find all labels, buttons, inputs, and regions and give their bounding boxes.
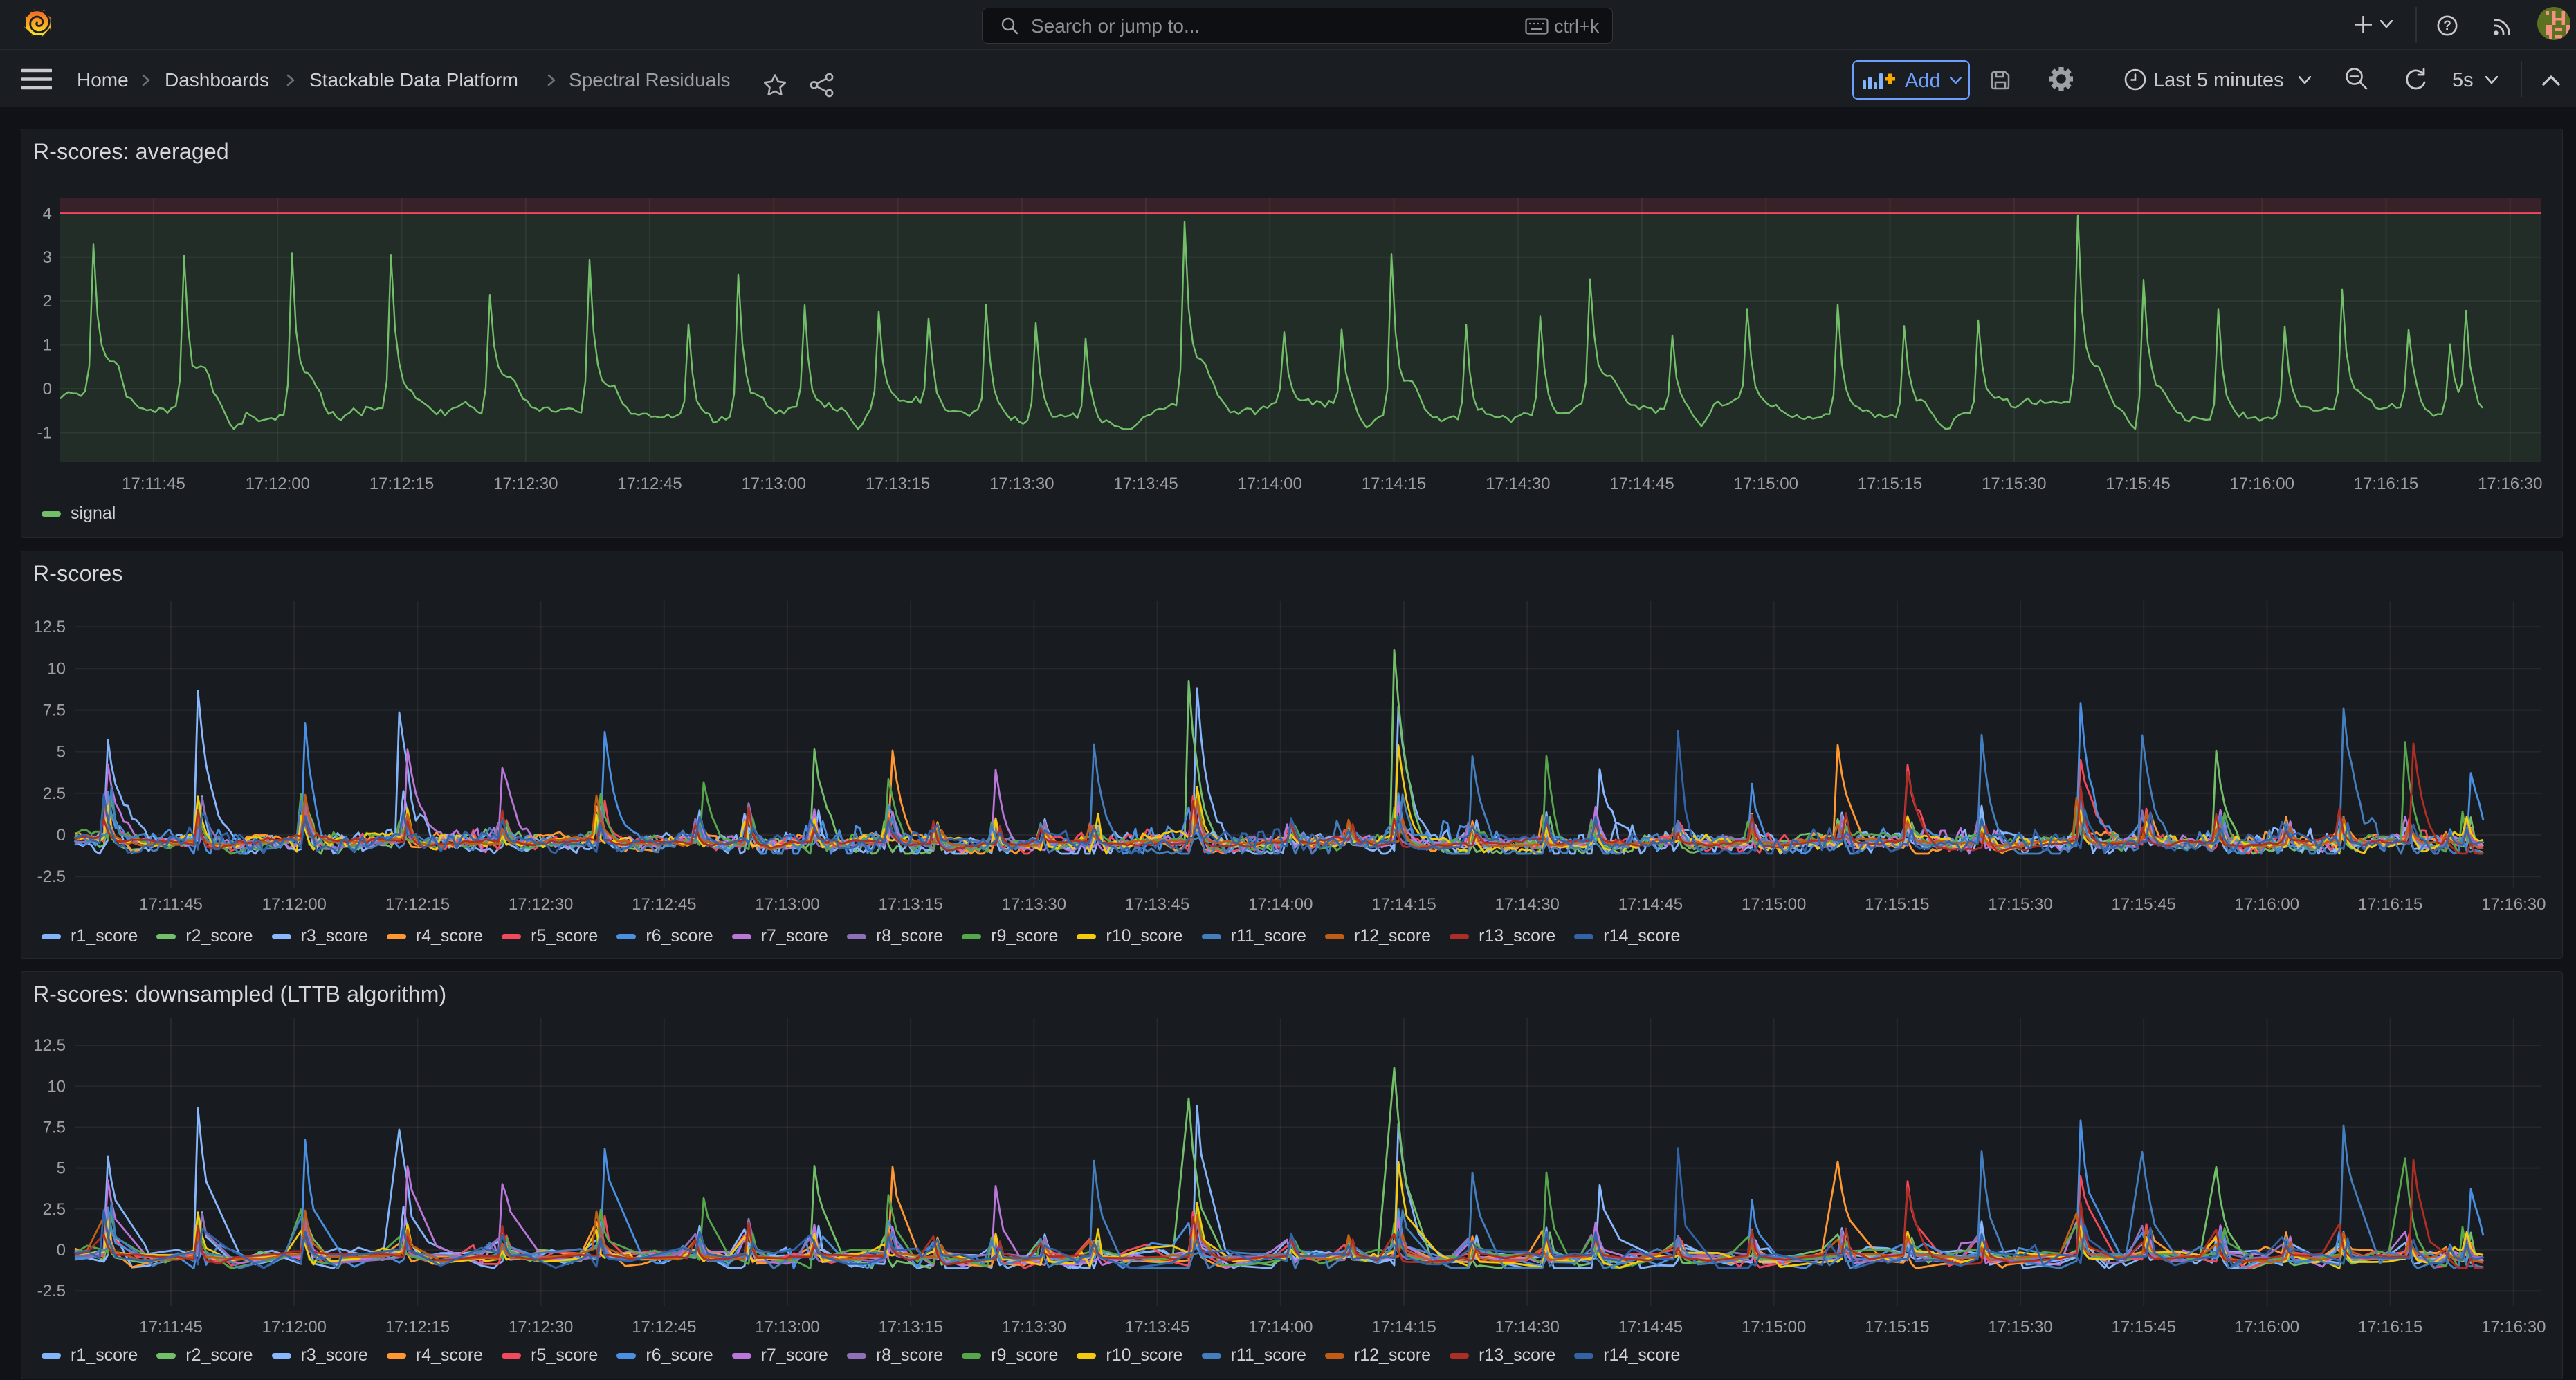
svg-text:2.5: 2.5: [43, 1200, 66, 1219]
svg-text:17:12:00: 17:12:00: [262, 895, 326, 914]
svg-text:12.5: 12.5: [33, 618, 66, 636]
svg-text:2.5: 2.5: [43, 784, 66, 803]
svg-text:17:13:30: 17:13:30: [1002, 895, 1066, 914]
svg-text:1: 1: [43, 336, 52, 355]
svg-text:17:15:00: 17:15:00: [1734, 475, 1798, 493]
svg-text:17:15:15: 17:15:15: [1858, 475, 1922, 493]
svg-text:17:15:45: 17:15:45: [2105, 475, 2170, 493]
svg-text:17:11:45: 17:11:45: [122, 475, 185, 493]
svg-text:17:16:00: 17:16:00: [2235, 895, 2299, 914]
svg-text:17:15:30: 17:15:30: [1982, 475, 2046, 493]
svg-text:17:16:00: 17:16:00: [2230, 475, 2294, 493]
svg-text:0: 0: [57, 826, 66, 845]
svg-text:-2.5: -2.5: [37, 1282, 66, 1300]
svg-text:-2.5: -2.5: [37, 867, 66, 886]
svg-text:17:12:15: 17:12:15: [385, 1318, 450, 1336]
svg-text:17:14:30: 17:14:30: [1495, 1318, 1559, 1336]
svg-text:17:12:45: 17:12:45: [632, 1318, 696, 1336]
svg-text:17:15:00: 17:15:00: [1742, 895, 1806, 914]
svg-text:17:12:30: 17:12:30: [509, 895, 573, 914]
svg-text:17:15:30: 17:15:30: [1988, 895, 2052, 914]
svg-text:17:13:45: 17:13:45: [1125, 895, 1189, 914]
svg-text:17:12:30: 17:12:30: [509, 1318, 573, 1336]
svg-text:17:11:45: 17:11:45: [139, 895, 203, 914]
svg-text:17:16:15: 17:16:15: [2354, 475, 2418, 493]
svg-text:4: 4: [43, 204, 52, 223]
svg-text:17:13:00: 17:13:00: [755, 895, 819, 914]
svg-text:-1: -1: [37, 423, 52, 442]
svg-text:17:15:45: 17:15:45: [2111, 895, 2175, 914]
svg-text:17:13:30: 17:13:30: [1002, 1318, 1066, 1336]
svg-text:17:12:30: 17:12:30: [493, 475, 558, 493]
svg-text:17:13:45: 17:13:45: [1125, 1318, 1189, 1336]
svg-text:17:12:00: 17:12:00: [262, 1318, 326, 1336]
svg-text:17:14:00: 17:14:00: [1248, 1318, 1313, 1336]
svg-text:17:14:15: 17:14:15: [1362, 475, 1426, 493]
svg-text:5: 5: [57, 1159, 66, 1178]
svg-text:10: 10: [47, 659, 66, 678]
svg-text:17:12:45: 17:12:45: [617, 475, 682, 493]
svg-text:0: 0: [57, 1241, 66, 1260]
svg-text:17:15:00: 17:15:00: [1742, 1318, 1806, 1336]
svg-text:17:14:00: 17:14:00: [1248, 895, 1313, 914]
svg-text:17:15:30: 17:15:30: [1988, 1318, 2052, 1336]
svg-text:12.5: 12.5: [33, 1036, 66, 1055]
svg-text:17:16:15: 17:16:15: [2358, 895, 2422, 914]
svg-text:7.5: 7.5: [43, 1119, 66, 1137]
svg-text:17:16:30: 17:16:30: [2481, 1318, 2546, 1336]
svg-text:17:12:15: 17:12:15: [369, 475, 434, 493]
svg-text:17:16:00: 17:16:00: [2235, 1318, 2299, 1336]
svg-text:17:16:15: 17:16:15: [2358, 1318, 2422, 1336]
svg-text:17:13:15: 17:13:15: [878, 1318, 942, 1336]
svg-text:7.5: 7.5: [43, 701, 66, 720]
svg-text:5: 5: [57, 743, 66, 762]
svg-text:17:15:15: 17:15:15: [1865, 1318, 1929, 1336]
svg-text:17:15:15: 17:15:15: [1865, 895, 1929, 914]
svg-text:17:16:30: 17:16:30: [2478, 475, 2542, 493]
svg-text:17:14:00: 17:14:00: [1238, 475, 1302, 493]
svg-text:17:16:30: 17:16:30: [2481, 895, 2546, 914]
svg-text:3: 3: [43, 248, 52, 267]
svg-text:17:13:30: 17:13:30: [989, 475, 1054, 493]
svg-text:?: ?: [2443, 19, 2451, 33]
svg-text:17:13:00: 17:13:00: [742, 475, 806, 493]
svg-text:17:14:30: 17:14:30: [1486, 475, 1550, 493]
svg-text:17:14:45: 17:14:45: [1618, 895, 1683, 914]
svg-text:17:14:45: 17:14:45: [1609, 475, 1674, 493]
svg-text:10: 10: [47, 1077, 66, 1096]
svg-text:17:11:45: 17:11:45: [139, 1318, 203, 1336]
svg-text:17:13:15: 17:13:15: [878, 895, 942, 914]
svg-text:17:14:45: 17:14:45: [1618, 1318, 1683, 1336]
svg-text:17:12:00: 17:12:00: [246, 475, 310, 493]
svg-text:17:12:15: 17:12:15: [385, 895, 450, 914]
svg-text:17:13:00: 17:13:00: [755, 1318, 819, 1336]
svg-text:17:13:15: 17:13:15: [866, 475, 930, 493]
svg-text:17:14:30: 17:14:30: [1495, 895, 1559, 914]
svg-text:17:13:45: 17:13:45: [1113, 475, 1178, 493]
svg-text:17:12:45: 17:12:45: [632, 895, 696, 914]
svg-text:17:14:15: 17:14:15: [1371, 895, 1436, 914]
svg-text:2: 2: [43, 292, 52, 311]
svg-text:17:14:15: 17:14:15: [1371, 1318, 1436, 1336]
svg-text:0: 0: [43, 380, 52, 398]
svg-text:17:15:45: 17:15:45: [2111, 1318, 2175, 1336]
